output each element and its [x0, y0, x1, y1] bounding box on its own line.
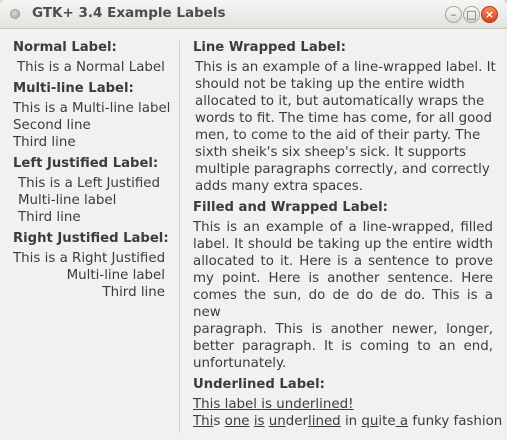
filled-label-line: allocated to it. Here is a sentence to p… [193, 254, 493, 269]
column-separator [179, 41, 180, 433]
right-justified-label-heading: Right Justified Label: [13, 231, 169, 246]
normal-label-heading: Normal Label: [13, 40, 117, 55]
plain-segment: in [340, 414, 362, 429]
pattern-underlined-label-line: This one is underlined in quite a funky … [193, 413, 502, 430]
underlined-segment: is [253, 414, 265, 429]
underlined-segment: un [268, 414, 286, 429]
plain-segment: funky fashion [408, 414, 503, 429]
normal-label-section: Normal Label: This is a Normal Label [13, 39, 173, 76]
underlined-segment: one [224, 414, 250, 429]
filled-label-line: This is an example of a line-wrapped, fi… [193, 220, 493, 235]
filled-label-line: paragraph. This is another newer, longer… [193, 322, 493, 337]
plain-segment: der [285, 414, 309, 429]
underlined-label-line: This label is underlined! [193, 397, 354, 412]
filled-label-line: label. It should be taking up the entire… [193, 237, 493, 252]
wrapped-label-text: This is an example of a line-wrapped lab… [195, 59, 496, 195]
left-justified-label-line: This is a Left Justified [18, 176, 161, 191]
underlined-segment: lined [308, 414, 341, 429]
left-justified-label-line: Third line [18, 210, 81, 225]
multiline-label-line: Second line [13, 118, 91, 133]
title-bar[interactable]: GTK+ 3.4 Example Labels – □ × [0, 0, 507, 29]
filled-label-line: better paragraph. It is coming to an end… [193, 339, 493, 354]
left-justified-label-section: Left Justified Label: This is a Left Jus… [13, 155, 173, 226]
window-menu-icon[interactable] [10, 9, 20, 19]
close-button[interactable]: × [481, 6, 498, 23]
wrapped-label-line: allocated to it, but automatically wraps… [195, 94, 485, 109]
multiline-label-section: Multi-line Label: This is a Multi-line l… [13, 80, 173, 151]
app-window: GTK+ 3.4 Example Labels – □ × Normal Lab… [0, 0, 507, 440]
filled-label-text: This is an example of a line-wrapped, fi… [193, 219, 493, 372]
filled-label-line: unfortunately. [193, 356, 287, 371]
wrapped-label-line: multiple paragraphs correctly, and corre… [195, 162, 490, 177]
left-column: Normal Label: This is a Normal Label Mul… [13, 39, 173, 305]
filled-label-line: my point. Here is another sentence. Here [193, 271, 493, 286]
wrapped-label-line: sixth sheik's six sheep's sick. It suppo… [195, 145, 467, 160]
filled-label-heading: Filled and Wrapped Label: [193, 200, 388, 215]
right-justified-label-section: Right Justified Label: This is a Right J… [13, 230, 173, 301]
wrapped-label-section: Line Wrapped Label: This is an example o… [193, 39, 496, 195]
right-column: Line Wrapped Label: This is an example o… [193, 39, 502, 434]
multiline-label-line: Third line [13, 135, 76, 150]
multiline-label-line: This is a Multi-line label [13, 101, 171, 116]
window-title: GTK+ 3.4 Example Labels [32, 5, 226, 21]
normal-label-text: This is a Normal Label [17, 60, 165, 75]
right-justified-label-line: Third line [102, 285, 165, 300]
content-area: Normal Label: This is a Normal Label Mul… [0, 29, 507, 440]
right-justified-label: This is a Right Justified Multi-line lab… [13, 250, 165, 301]
underlined-label-heading: Underlined Label: [193, 377, 325, 392]
underlined-label-section: Underlined Label: This label is underlin… [193, 376, 502, 430]
wrapped-label-heading: Line Wrapped Label: [193, 40, 346, 55]
plain-segment: ite [378, 414, 396, 429]
multiline-label-heading: Multi-line Label: [13, 81, 134, 96]
left-justified-label: This is a Left Justified Multi-line labe… [18, 175, 173, 226]
plain-segment: s [213, 414, 225, 429]
wrapped-label-line: This is an example of a line-wrapped lab… [195, 60, 496, 75]
wrapped-label-line: adds many extra spaces. [195, 179, 364, 194]
right-justified-label-line: Multi-line label [66, 268, 165, 283]
filled-label-line: comes the sun, do de do de do. This is a… [193, 288, 493, 320]
underlined-segment: qu [361, 414, 379, 429]
right-justified-label-line: This is a Right Justified [13, 251, 166, 266]
left-justified-label-heading: Left Justified Label: [13, 156, 159, 171]
maximize-button[interactable]: □ [463, 6, 480, 23]
underlined-segment: a [395, 414, 409, 429]
minimize-button[interactable]: – [445, 6, 462, 23]
wrapped-label-line: words to fit. The time has come, for all… [195, 111, 492, 126]
wrapped-label-line: should not be taking up the entire width [195, 77, 465, 92]
left-justified-label-line: Multi-line label [18, 193, 117, 208]
underlined-segment: Thi [193, 414, 214, 429]
filled-label-section: Filled and Wrapped Label: This is an exa… [193, 199, 495, 372]
wrapped-label-line: men, to come to the aid of their party. … [195, 128, 481, 143]
